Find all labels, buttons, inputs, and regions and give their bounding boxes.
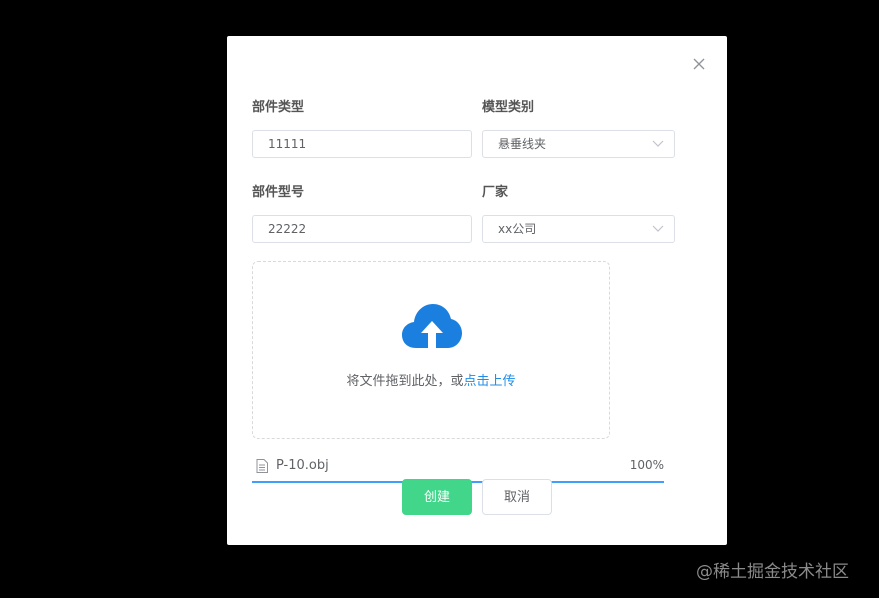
close-icon[interactable] [691, 56, 707, 72]
part-type-label: 部件类型 [252, 100, 305, 115]
chevron-down-icon [652, 140, 664, 147]
upload-dropzone[interactable]: 将文件拖到此处，或点击上传 [252, 261, 610, 439]
upload-instruction-text: 将文件拖到此处，或 [346, 374, 464, 389]
document-icon [256, 459, 268, 473]
click-upload-link[interactable]: 点击上传 [464, 374, 516, 389]
cancel-button[interactable]: 取消 [482, 479, 552, 515]
model-category-select[interactable]: 悬垂线夹 [482, 130, 675, 158]
upload-progress-percent: 100% [629, 458, 664, 472]
upload-instruction: 将文件拖到此处，或点击上传 [253, 370, 609, 389]
create-part-dialog: 部件类型 模型类别 悬垂线夹 部件型号 厂家 xx公司 将文件拖到此处，或点击上… [227, 36, 727, 545]
part-type-input[interactable] [252, 130, 472, 158]
uploaded-file-item[interactable]: P-10.obj 100% [252, 456, 664, 476]
model-category-label: 模型类别 [482, 100, 535, 115]
file-name: P-10.obj [276, 458, 329, 473]
manufacturer-value: xx公司 [498, 222, 537, 236]
part-model-label: 部件型号 [252, 185, 305, 200]
modal-overlay: 部件类型 模型类别 悬垂线夹 部件型号 厂家 xx公司 将文件拖到此处，或点击上… [0, 0, 879, 598]
create-button[interactable]: 创建 [402, 479, 472, 515]
watermark: @稀土掘金技术社区 [696, 562, 849, 582]
manufacturer-label: 厂家 [482, 185, 509, 200]
model-category-value: 悬垂线夹 [498, 137, 547, 151]
part-model-input[interactable] [252, 215, 472, 243]
manufacturer-select[interactable]: xx公司 [482, 215, 675, 243]
chevron-down-icon [652, 225, 664, 232]
cloud-upload-icon [402, 304, 462, 348]
